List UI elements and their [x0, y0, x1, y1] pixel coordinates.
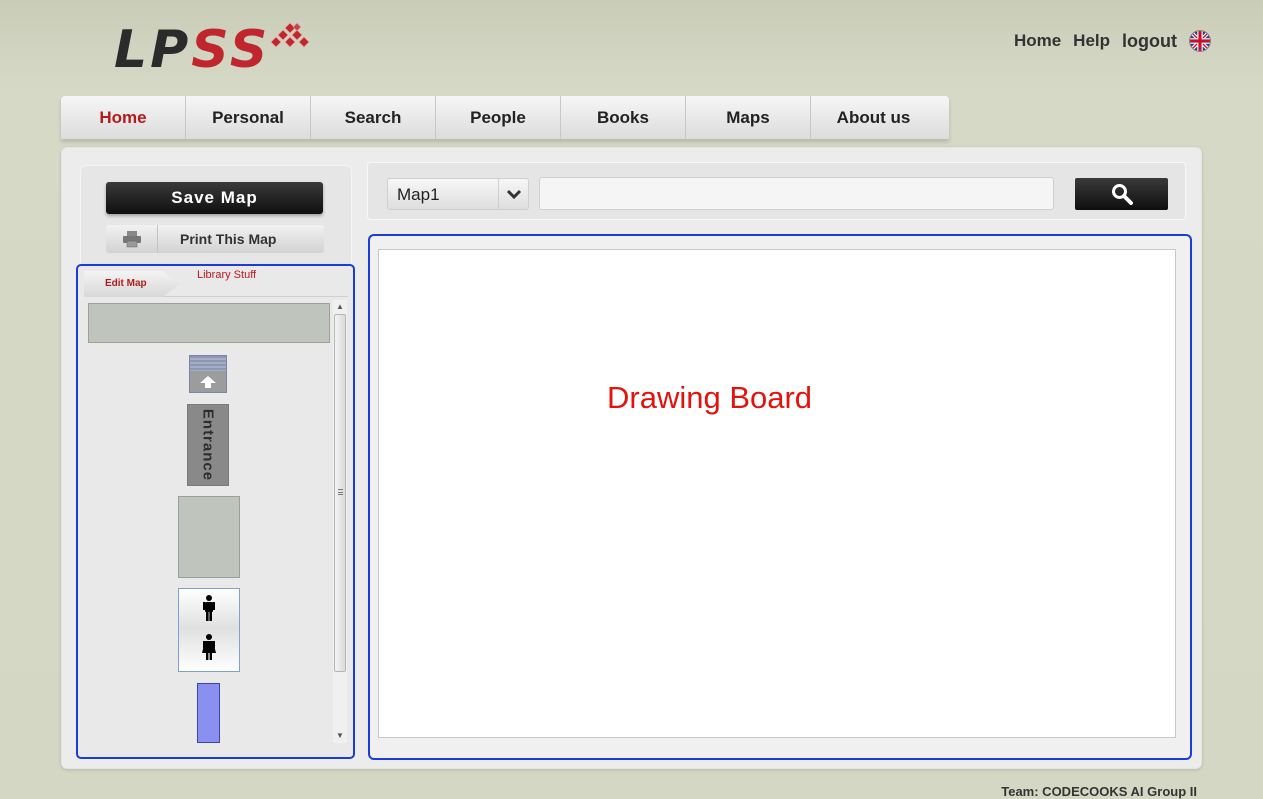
nav-home[interactable]: Home — [61, 96, 186, 139]
library-item-column[interactable] — [197, 683, 220, 743]
up-arrow-icon — [190, 371, 226, 392]
print-map-button[interactable]: Print This Map — [106, 225, 324, 253]
logo-diamond-icon — [270, 22, 310, 48]
save-map-button[interactable]: Save Map — [106, 182, 323, 214]
footer-team-credit: Team: CODECOOKS AI Group II — [1001, 784, 1197, 799]
logout-link[interactable]: logout — [1122, 31, 1177, 52]
map-select[interactable]: Map1 — [387, 178, 529, 210]
library-item-restroom[interactable] — [178, 588, 240, 672]
nav-books[interactable]: Books — [561, 96, 686, 139]
scroll-thumb[interactable] — [334, 314, 346, 672]
library-tabs: Edit Map Library Stuff — [84, 269, 348, 297]
map-search-input[interactable] — [539, 177, 1054, 210]
top-links: Home Help logout — [1014, 30, 1211, 52]
drawing-board[interactable]: Drawing Board — [378, 249, 1176, 738]
print-map-label: Print This Map — [180, 231, 277, 247]
nav-people[interactable]: People — [436, 96, 561, 139]
uk-flag-icon[interactable] — [1189, 30, 1211, 52]
tab-edit-map[interactable]: Edit Map — [84, 271, 180, 297]
lpss-logo[interactable]: LPSS — [114, 20, 314, 80]
library-item-room[interactable] — [178, 496, 240, 578]
nav-about-us[interactable]: About us — [811, 96, 936, 139]
entrance-label: Entrance — [199, 408, 217, 482]
nav-personal[interactable]: Personal — [186, 96, 311, 139]
main-nav: Home Personal Search People Books Maps A… — [61, 96, 949, 139]
library-item-list: Entrance — [83, 300, 332, 743]
map-select-value: Map1 — [397, 185, 440, 204]
chevron-down-icon — [498, 179, 528, 209]
printer-icon — [106, 225, 158, 253]
restroom-icon — [202, 595, 216, 660]
nav-search[interactable]: Search — [311, 96, 436, 139]
tab-library-stuff[interactable]: Library Stuff — [197, 269, 256, 281]
scroll-down-icon[interactable]: ▼ — [333, 729, 347, 743]
top-help-link[interactable]: Help — [1073, 31, 1110, 51]
magnifier-icon — [1111, 184, 1133, 205]
top-home-link[interactable]: Home — [1014, 31, 1061, 51]
nav-maps[interactable]: Maps — [686, 96, 811, 139]
library-item-wall[interactable] — [88, 303, 330, 343]
scroll-up-icon[interactable]: ▲ — [333, 300, 347, 314]
library-item-entrance[interactable]: Entrance — [187, 404, 229, 486]
search-button[interactable] — [1075, 178, 1168, 210]
library-scrollbar[interactable]: ▲ ▼ — [333, 300, 347, 743]
library-item-stairs[interactable] — [189, 355, 227, 393]
drawing-board-label: Drawing Board — [607, 380, 813, 415]
library-panel: Edit Map Library Stuff Entrance ▲ ▼ — [76, 264, 355, 759]
